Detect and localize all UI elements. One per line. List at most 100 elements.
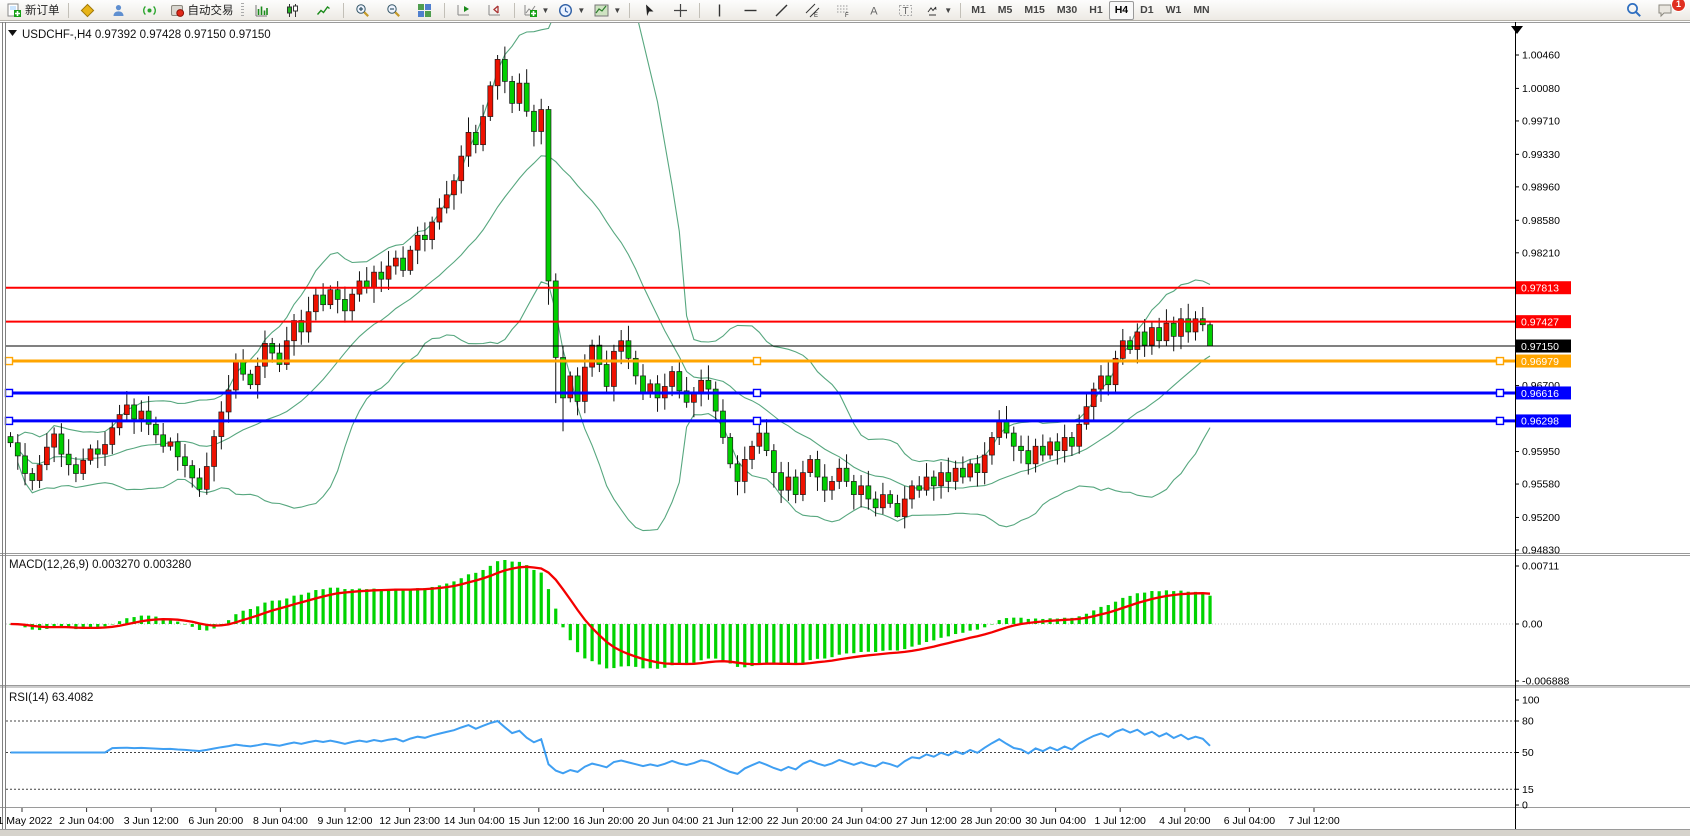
- main-toolbar: 新订单 自动交易: [0, 0, 1690, 21]
- svg-text:24 Jun 04:00: 24 Jun 04:00: [831, 815, 892, 827]
- svg-text:0.99710: 0.99710: [1522, 115, 1560, 127]
- trendline-button[interactable]: [766, 0, 796, 21]
- timeframe-m15-button[interactable]: M15: [1018, 1, 1050, 20]
- indicators-button[interactable]: ▼: [519, 0, 554, 21]
- svg-text:0: 0: [1522, 800, 1528, 812]
- line-handle[interactable]: [6, 389, 13, 396]
- line-handle[interactable]: [6, 358, 13, 365]
- zoom-in-icon: [355, 3, 370, 18]
- svg-text:1.00080: 1.00080: [1522, 83, 1560, 95]
- svg-text:0.98960: 0.98960: [1522, 181, 1560, 193]
- svg-text:6 Jul 04:00: 6 Jul 04:00: [1224, 815, 1276, 827]
- crosshair-button[interactable]: [665, 0, 695, 21]
- channel-icon: E: [805, 3, 820, 18]
- periods-button[interactable]: ▼: [554, 0, 589, 21]
- chart-title: USDCHF-,H4 0.97392 0.97428 0.97150 0.971…: [22, 29, 271, 41]
- svg-text:31 May 2022: 31 May 2022: [0, 815, 53, 827]
- svg-text:80: 80: [1522, 716, 1534, 728]
- svg-text:0.98210: 0.98210: [1522, 247, 1560, 259]
- timeframe-mn-button[interactable]: MN: [1187, 1, 1215, 20]
- svg-text:3 Jun 12:00: 3 Jun 12:00: [124, 815, 179, 827]
- bar-chart-mode-button[interactable]: [247, 0, 277, 21]
- notification-badge: 1: [1671, 0, 1686, 12]
- dropdown-arrow-icon: ▼: [613, 6, 621, 15]
- timeframe-m30-button[interactable]: M30: [1051, 1, 1083, 20]
- price-tag-0.97813: 0.97813: [1516, 281, 1571, 294]
- arrows-button[interactable]: ▼: [921, 0, 956, 21]
- line-handle[interactable]: [1497, 417, 1504, 424]
- svg-text:0.00: 0.00: [1522, 619, 1543, 631]
- svg-text:12 Jun 23:00: 12 Jun 23:00: [379, 815, 440, 827]
- autotrade-icon: [170, 3, 185, 18]
- svg-text:0.99330: 0.99330: [1522, 149, 1560, 161]
- line-chart-mode-icon: [316, 3, 331, 18]
- chart-shift-icon: [487, 3, 502, 18]
- timeframe-m5-button[interactable]: M5: [992, 1, 1019, 20]
- separator: [629, 3, 630, 18]
- svg-text:T: T: [902, 6, 908, 17]
- timeframe-d1-button[interactable]: D1: [1134, 1, 1159, 20]
- autotrade-button[interactable]: 自动交易: [166, 0, 238, 21]
- zoom-out-button[interactable]: [379, 0, 409, 21]
- timeframe-h1-button[interactable]: H1: [1083, 1, 1108, 20]
- svg-text:0.96979: 0.96979: [1521, 356, 1559, 368]
- cursor-icon: [642, 3, 657, 18]
- svg-text:27 Jun 12:00: 27 Jun 12:00: [896, 815, 957, 827]
- line-handle[interactable]: [754, 358, 761, 365]
- timeframe-w1-button[interactable]: W1: [1160, 1, 1188, 20]
- tile-windows-icon: [417, 3, 432, 18]
- svg-text:0.95200: 0.95200: [1522, 512, 1560, 524]
- zoom-in-button[interactable]: [348, 0, 378, 21]
- timeframe-m1-button[interactable]: M1: [965, 1, 992, 20]
- line-handle[interactable]: [754, 417, 761, 424]
- separator: [343, 3, 344, 18]
- svg-text:22 Jun 20:00: 22 Jun 20:00: [767, 815, 828, 827]
- svg-text:8 Jun 04:00: 8 Jun 04:00: [253, 815, 308, 827]
- crosshair-icon: [673, 3, 688, 18]
- bottom-strip: [0, 830, 1690, 836]
- search-button[interactable]: [1619, 0, 1649, 21]
- svg-text:4 Jul 20:00: 4 Jul 20:00: [1159, 815, 1211, 827]
- chart-shift-button[interactable]: [480, 0, 510, 21]
- signal-button[interactable]: [135, 0, 165, 21]
- bar-chart-mode-icon: [254, 3, 269, 18]
- svg-text:50: 50: [1522, 747, 1534, 759]
- svg-text:A: A: [870, 5, 878, 17]
- chart-background: [0, 21, 1690, 836]
- svg-text:E: E: [814, 13, 818, 18]
- channel-button[interactable]: E: [797, 0, 827, 21]
- rsi-label: RSI(14) 63.4082: [9, 692, 93, 704]
- candlestick-mode-button[interactable]: [278, 0, 308, 21]
- timeframe-group: M1M5M15M30H1H4D1W1MN: [965, 1, 1215, 20]
- timeframe-h4-button[interactable]: H4: [1109, 1, 1134, 20]
- line-handle[interactable]: [1497, 358, 1504, 365]
- line-handle[interactable]: [6, 417, 13, 424]
- horizontal-line-button[interactable]: [735, 0, 765, 21]
- vertical-line-button[interactable]: [704, 0, 734, 21]
- tile-windows-button[interactable]: [410, 0, 440, 21]
- fibonacci-icon: F: [836, 3, 851, 18]
- search-icon: [1626, 2, 1642, 18]
- zoom-out-icon: [386, 3, 401, 18]
- text-label-button[interactable]: T: [890, 0, 920, 21]
- svg-text:0.97427: 0.97427: [1521, 316, 1559, 328]
- text-label-icon: T: [898, 3, 913, 18]
- quotes-button[interactable]: [73, 0, 103, 21]
- cursor-button[interactable]: [634, 0, 664, 21]
- text-button[interactable]: A: [859, 0, 889, 21]
- svg-text:0.96616: 0.96616: [1521, 388, 1559, 400]
- svg-text:0.96298: 0.96298: [1521, 416, 1559, 428]
- templates-button[interactable]: ▼: [590, 0, 625, 21]
- fibonacci-button[interactable]: F: [828, 0, 858, 21]
- chat-button[interactable]: 1: [1650, 0, 1680, 21]
- profile-button[interactable]: [104, 0, 134, 21]
- line-handle[interactable]: [754, 389, 761, 396]
- chart-area[interactable]: 1.004601.000800.997100.993300.989600.985…: [0, 0, 1690, 836]
- new-order-button[interactable]: 新订单: [3, 0, 64, 21]
- svg-text:1.00460: 1.00460: [1522, 50, 1560, 62]
- line-chart-mode-button[interactable]: [309, 0, 339, 21]
- price-tag-0.97150: 0.97150: [1516, 340, 1571, 353]
- line-handle[interactable]: [1497, 389, 1504, 396]
- svg-text:9 Jun 12:00: 9 Jun 12:00: [318, 815, 373, 827]
- auto-scroll-button[interactable]: [449, 0, 479, 21]
